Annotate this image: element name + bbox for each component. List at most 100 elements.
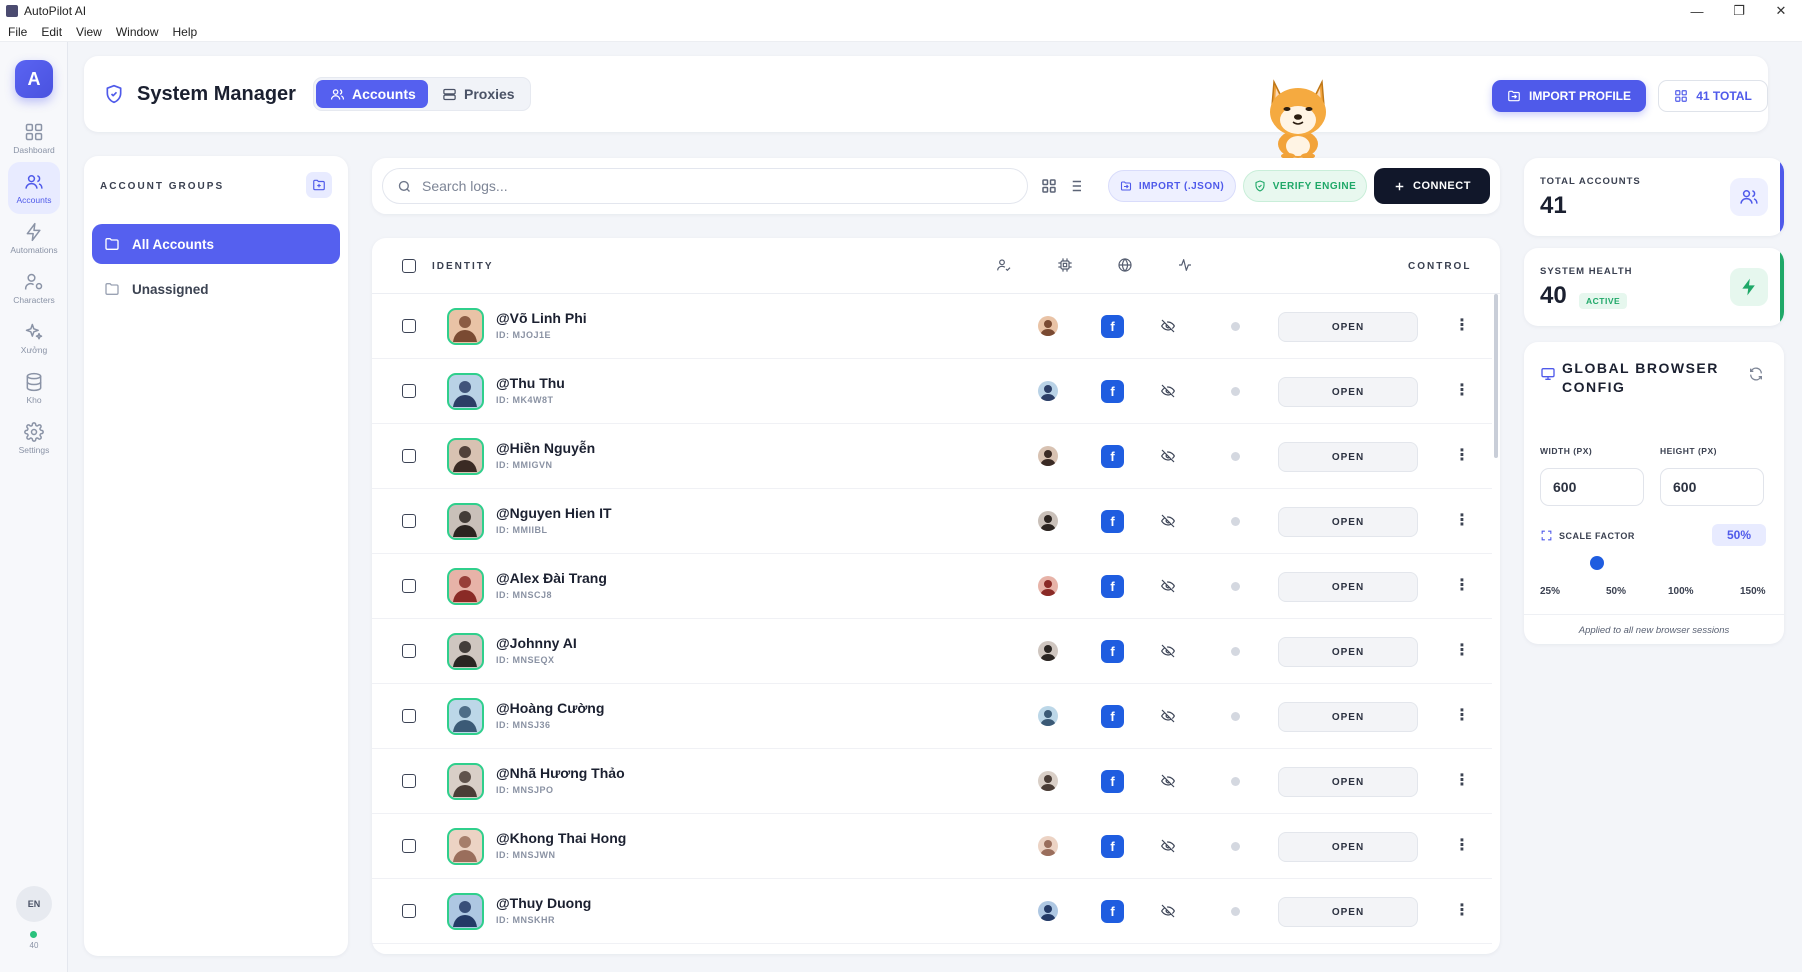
status-dot <box>1231 842 1240 851</box>
list-view-button[interactable] <box>1066 177 1084 195</box>
tab-label: Proxies <box>464 86 515 102</box>
connect-button[interactable]: CONNECT <box>1374 168 1490 204</box>
row-checkbox[interactable] <box>402 579 416 593</box>
more-options-icon[interactable]: ⋮ <box>1454 512 1470 530</box>
account-id: ID: MNSJWN <box>496 850 556 860</box>
maximize-button[interactable]: ❐ <box>1718 0 1760 22</box>
add-group-button[interactable] <box>306 172 332 198</box>
folder-plus-icon <box>313 179 325 191</box>
avatar <box>447 763 484 800</box>
sidebar-item-settings[interactable]: Settings <box>8 412 60 464</box>
more-options-icon[interactable]: ⋮ <box>1454 772 1470 790</box>
scale-slider-track[interactable] <box>1540 563 1768 567</box>
open-button[interactable]: OPEN <box>1278 507 1418 537</box>
avatar <box>447 568 484 605</box>
character-avatar <box>1038 901 1058 921</box>
account-id: ID: MK4W8T <box>496 395 554 405</box>
table-scrollbar[interactable] <box>1494 294 1498 458</box>
more-options-icon[interactable]: ⋮ <box>1454 837 1470 855</box>
grid-view-button[interactable] <box>1040 177 1058 195</box>
more-options-icon[interactable]: ⋮ <box>1454 317 1470 335</box>
language-button[interactable]: EN <box>16 886 52 922</box>
character-avatar <box>1038 316 1058 336</box>
import-profile-button[interactable]: IMPORT PROFILE <box>1492 80 1646 112</box>
account-name: @Hoàng Cường <box>496 700 605 716</box>
more-options-icon[interactable]: ⋮ <box>1454 382 1470 400</box>
sidebar-item-characters[interactable]: Characters <box>8 262 60 314</box>
open-button[interactable]: OPEN <box>1278 767 1418 797</box>
browser-config-title: GLOBAL BROWSER CONFIG <box>1562 360 1719 395</box>
row-checkbox[interactable] <box>402 319 416 333</box>
verify-engine-button[interactable]: VERIFY ENGINE <box>1243 170 1367 202</box>
more-options-icon[interactable]: ⋮ <box>1454 447 1470 465</box>
open-button[interactable]: OPEN <box>1278 572 1418 602</box>
row-checkbox[interactable] <box>402 644 416 658</box>
menu-window[interactable]: Window <box>116 25 159 39</box>
browser-config-panel: GLOBAL BROWSER CONFIG WIDTH (PX) HEIGHT … <box>1524 342 1784 644</box>
account-name: @Alex Đài Trang <box>496 570 607 586</box>
row-checkbox[interactable] <box>402 709 416 723</box>
app-logo[interactable]: A <box>15 60 53 98</box>
import-json-button[interactable]: IMPORT (.JSON) <box>1108 170 1236 202</box>
minimize-button[interactable]: — <box>1676 0 1718 22</box>
avatar <box>447 633 484 670</box>
open-button[interactable]: OPEN <box>1278 832 1418 862</box>
account-name: @Johnny AI <box>496 635 577 651</box>
sidebar-item-automations[interactable]: Automations <box>8 212 60 264</box>
scale-slider-handle[interactable] <box>1590 556 1604 570</box>
facebook-icon: f <box>1101 705 1124 728</box>
open-button[interactable]: OPEN <box>1278 702 1418 732</box>
height-input[interactable] <box>1660 468 1764 506</box>
sparkles-icon <box>25 323 43 339</box>
facebook-icon: f <box>1101 575 1124 598</box>
total-accounts-button[interactable]: 41 TOTAL <box>1658 80 1768 112</box>
more-options-icon[interactable]: ⋮ <box>1454 642 1470 660</box>
group-unassigned[interactable]: Unassigned <box>92 269 340 309</box>
refresh-button[interactable] <box>1748 366 1764 382</box>
tab-accounts[interactable]: Accounts <box>316 80 428 108</box>
close-button[interactable]: ✕ <box>1760 0 1802 22</box>
status-dot <box>1231 647 1240 656</box>
status-dot <box>1231 582 1240 591</box>
group-all-accounts[interactable]: All Accounts <box>92 224 340 264</box>
row-checkbox[interactable] <box>402 384 416 398</box>
row-checkbox[interactable] <box>402 904 416 918</box>
more-options-icon[interactable]: ⋮ <box>1454 577 1470 595</box>
more-options-icon[interactable]: ⋮ <box>1454 902 1470 920</box>
open-button[interactable]: OPEN <box>1278 637 1418 667</box>
account-id: ID: MNSKHR <box>496 915 555 925</box>
open-button[interactable]: OPEN <box>1278 377 1418 407</box>
menu-help[interactable]: Help <box>173 25 198 39</box>
server-icon <box>443 88 456 100</box>
select-all-checkbox[interactable] <box>402 259 416 273</box>
character-avatar <box>1038 641 1058 661</box>
user-check-icon <box>996 257 1012 273</box>
width-input[interactable] <box>1540 468 1644 506</box>
character-avatar <box>1038 836 1058 856</box>
row-checkbox[interactable] <box>402 774 416 788</box>
menu-edit[interactable]: Edit <box>41 25 62 39</box>
title-bar: AutoPilot AI — ❐ ✕ <box>0 0 1802 22</box>
account-id: ID: MJOJ1E <box>496 330 552 340</box>
open-button[interactable]: OPEN <box>1278 312 1418 342</box>
row-checkbox[interactable] <box>402 514 416 528</box>
search-input[interactable] <box>422 178 982 194</box>
sidebar-item-dashboard[interactable]: Dashboard <box>8 112 60 164</box>
menu-view[interactable]: View <box>76 25 102 39</box>
sidebar-item-xuong[interactable]: Xưởng <box>8 312 60 364</box>
sidebar-item-kho[interactable]: Kho <box>8 362 60 414</box>
open-button[interactable]: OPEN <box>1278 897 1418 927</box>
search-box[interactable] <box>382 168 1028 204</box>
total-accounts-label: TOTAL ACCOUNTS <box>1540 176 1641 187</box>
avatar <box>447 373 484 410</box>
tab-proxies[interactable]: Proxies <box>438 80 528 108</box>
row-checkbox[interactable] <box>402 839 416 853</box>
sidebar-item-accounts[interactable]: Accounts <box>8 162 60 214</box>
account-groups-panel: ACCOUNT GROUPS All Accounts Unassigned <box>84 156 348 956</box>
table-row: @Nhã Hương Thảo ID: MNSJPO f OPEN ⋮ <box>372 749 1492 814</box>
table-row: @Võ Linh Phi ID: MJOJ1E f OPEN ⋮ <box>372 294 1492 359</box>
menu-file[interactable]: File <box>8 25 27 39</box>
open-button[interactable]: OPEN <box>1278 442 1418 472</box>
row-checkbox[interactable] <box>402 449 416 463</box>
more-options-icon[interactable]: ⋮ <box>1454 707 1470 725</box>
